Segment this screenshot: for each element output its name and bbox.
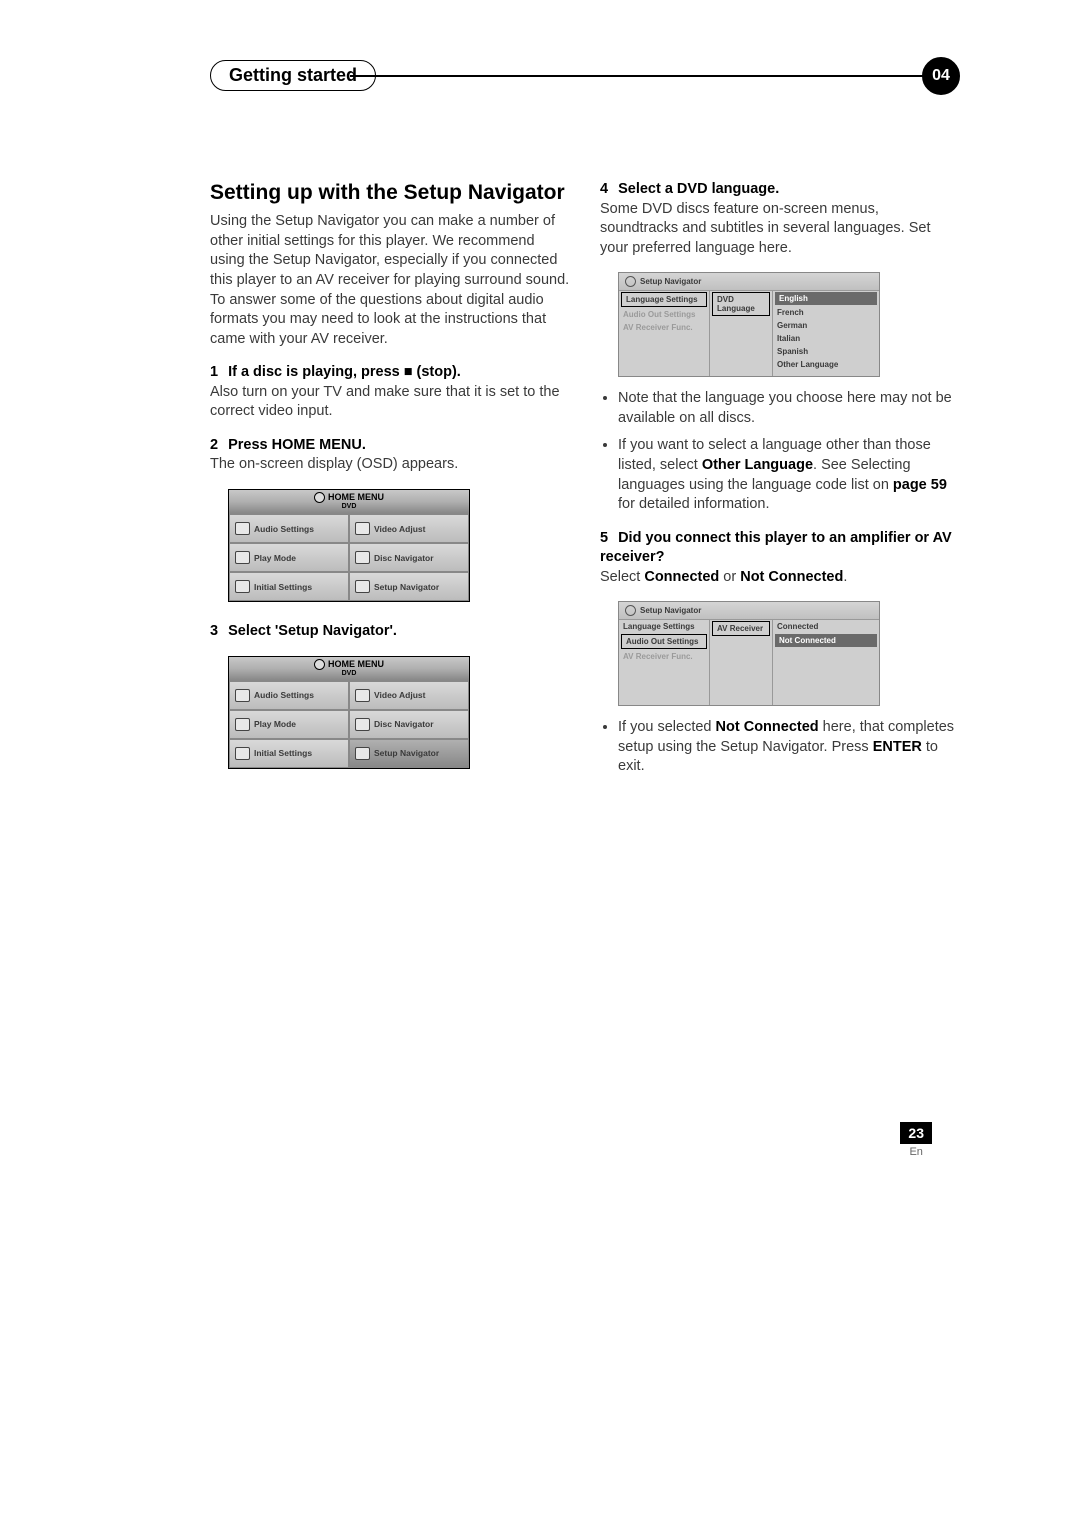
menu-item-icon	[235, 522, 250, 535]
nav-icon	[625, 605, 636, 616]
osd-cell-disc-navigator: Disc Navigator	[349, 710, 469, 739]
menu-item-icon	[235, 551, 250, 564]
nav-option: Italian	[773, 332, 879, 345]
header-rule	[350, 75, 924, 77]
step-4: 4Select a DVD language. Some DVD discs f…	[600, 180, 960, 258]
menu-item-icon	[355, 718, 370, 731]
nav-option: French	[773, 306, 879, 319]
page-language: En	[900, 1146, 932, 1158]
setup-navigator-avreceiver: Setup Navigator Language SettingsAudio O…	[618, 601, 880, 706]
osd-cell-initial-settings: Initial Settings	[229, 572, 349, 601]
menu-item-icon	[235, 747, 250, 760]
chapter-number: 04	[922, 57, 960, 95]
nav-left-item: Language Settings	[621, 292, 707, 307]
home-menu-osd-2: HOME MENU DVD Audio SettingsVideo Adjust…	[228, 656, 470, 769]
nav-option: Other Language	[773, 358, 879, 371]
osd-cell-setup-navigator: Setup Navigator	[349, 739, 469, 768]
note-item: Note that the language you choose here m…	[618, 389, 960, 428]
home-menu-osd-1: HOME MENU DVD Audio SettingsVideo Adjust…	[228, 489, 470, 602]
osd-cell-video-adjust: Video Adjust	[349, 514, 469, 543]
step-5: 5Did you connect this player to an ampli…	[600, 529, 960, 588]
nav-left-item: AV Receiver Func.	[619, 650, 709, 663]
right-column: 4Select a DVD language. Some DVD discs f…	[600, 180, 960, 791]
menu-item-icon	[235, 689, 250, 702]
osd-cell-video-adjust: Video Adjust	[349, 681, 469, 710]
step-5-notes: If you selected Not Connected here, that…	[600, 718, 960, 777]
nav-left-item: Audio Out Settings	[621, 634, 707, 649]
step-4-notes: Note that the language you choose here m…	[600, 389, 960, 514]
menu-item-icon	[235, 580, 250, 593]
note-item: If you selected Not Connected here, that…	[618, 718, 960, 777]
nav-option: English	[775, 292, 877, 305]
osd-cell-audio-settings: Audio Settings	[229, 514, 349, 543]
nav-left-item: Language Settings	[619, 620, 709, 633]
menu-item-icon	[355, 580, 370, 593]
page-number: 23	[900, 1122, 932, 1144]
nav-left-item: Audio Out Settings	[619, 308, 709, 321]
osd-cell-play-mode: Play Mode	[229, 543, 349, 572]
osd-cell-audio-settings: Audio Settings	[229, 681, 349, 710]
step-1: 1If a disc is playing, press ■ (stop). A…	[210, 363, 570, 422]
menu-item-icon	[355, 689, 370, 702]
osd-cell-setup-navigator: Setup Navigator	[349, 572, 469, 601]
menu-item-icon	[235, 718, 250, 731]
nav-icon	[625, 276, 636, 287]
step-3: 3Select 'Setup Navigator'.	[210, 622, 570, 642]
osd-cell-initial-settings: Initial Settings	[229, 739, 349, 768]
setup-navigator-language: Setup Navigator Language SettingsAudio O…	[618, 272, 880, 377]
nav-option: Not Connected	[775, 634, 877, 647]
osd-cell-play-mode: Play Mode	[229, 710, 349, 739]
note-item: If you want to select a language other t…	[618, 436, 960, 514]
menu-item-icon	[355, 522, 370, 535]
menu-item-icon	[355, 551, 370, 564]
menu-item-icon	[355, 747, 370, 760]
nav-left-item: AV Receiver Func.	[619, 321, 709, 334]
dvd-icon	[314, 492, 325, 503]
nav-option: Connected	[773, 620, 879, 633]
nav-option: Spanish	[773, 345, 879, 358]
dvd-icon	[314, 659, 325, 670]
chapter-header: Getting started 04	[210, 60, 960, 90]
left-column: Setting up with the Setup Navigator Usin…	[210, 180, 570, 791]
osd-cell-disc-navigator: Disc Navigator	[349, 543, 469, 572]
section-heading: Setting up with the Setup Navigator	[210, 180, 570, 206]
intro-paragraph: Using the Setup Navigator you can make a…	[210, 212, 570, 349]
step-2: 2Press HOME MENU. The on-screen display …	[210, 436, 570, 475]
nav-option: German	[773, 319, 879, 332]
page-footer: 23 En	[900, 1122, 932, 1158]
